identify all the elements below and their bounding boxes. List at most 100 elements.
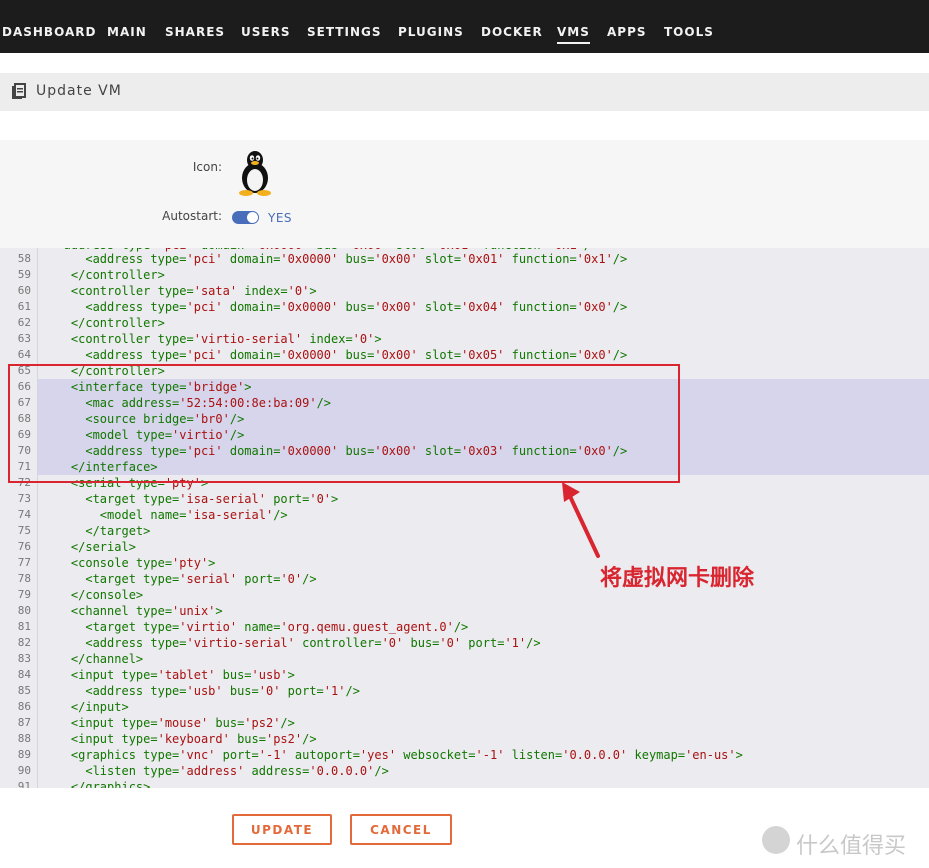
line-number: 62 xyxy=(17,316,31,329)
line-number: 75 xyxy=(17,524,31,537)
line-number: 87 xyxy=(17,716,31,729)
code-text: <address type='pci' domain='0x0000' bus=… xyxy=(42,300,628,314)
code-text: </graphics> xyxy=(42,780,151,788)
code-line[interactable]: 85 <address type='usb' bus='0' port='1'/… xyxy=(0,683,929,699)
nav-settings[interactable]: SETTINGS xyxy=(307,25,382,39)
code-text: <input type='mouse' bus='ps2'/> xyxy=(42,716,295,730)
nav-apps[interactable]: APPS xyxy=(607,25,647,39)
highlight-box xyxy=(8,364,680,483)
code-line[interactable]: 61 <address type='pci' domain='0x0000' b… xyxy=(0,299,929,315)
watermark-text: 什么值得买 xyxy=(796,834,907,859)
code-line[interactable]: 90 <listen type='address' address='0.0.0… xyxy=(0,763,929,779)
cancel-button[interactable]: CANCEL xyxy=(350,814,452,845)
line-number: 81 xyxy=(17,620,31,633)
line-number: 90 xyxy=(17,764,31,777)
code-text: <graphics type='vnc' port='-1' autoport=… xyxy=(42,748,743,762)
vm-form xyxy=(0,140,929,248)
code-line[interactable]: 86 </input> xyxy=(0,699,929,715)
code-line[interactable]: 60 <controller type='sata' index='0'> xyxy=(0,283,929,299)
line-number: 89 xyxy=(17,748,31,761)
code-text: </controller> xyxy=(42,316,165,330)
code-text: <target type='virtio' name='org.qemu.gue… xyxy=(42,620,469,634)
line-number: 76 xyxy=(17,540,31,553)
top-nav-bar: DASHBOARD MAIN SHARES USERS SETTINGS PLU… xyxy=(0,0,929,53)
code-text: <controller type='sata' index='0'> xyxy=(42,284,317,298)
line-number: 91 xyxy=(17,780,31,788)
line-number: 77 xyxy=(17,556,31,569)
code-text: </target> xyxy=(42,524,151,538)
line-number: 80 xyxy=(17,604,31,617)
code-line[interactable]: 58 <address type='pci' domain='0x0000' b… xyxy=(0,251,929,267)
watermark: 什么值得买 xyxy=(762,826,922,859)
autostart-state: YES xyxy=(268,211,293,225)
line-number: 58 xyxy=(17,252,31,265)
arrow-icon xyxy=(562,482,600,558)
code-text: <controller type='virtio-serial' index='… xyxy=(42,332,382,346)
line-number: 64 xyxy=(17,348,31,361)
code-line[interactable]: 64 <address type='pci' domain='0x0000' b… xyxy=(0,347,929,363)
xml-editor[interactable]: <address type='pci' domain='0x0000' bus=… xyxy=(0,248,929,788)
code-line[interactable]: 87 <input type='mouse' bus='ps2'/> xyxy=(0,715,929,731)
code-text: </console> xyxy=(42,588,144,602)
code-text: <address type='pci' domain='0x0000' bus=… xyxy=(42,348,628,362)
linux-tux-icon[interactable] xyxy=(232,148,278,196)
page-title: Update VM xyxy=(36,83,122,99)
code-line[interactable]: 62 </controller> xyxy=(0,315,929,331)
line-number: 60 xyxy=(17,284,31,297)
code-text: <input type='keyboard' bus='ps2'/> xyxy=(42,732,317,746)
code-line[interactable]: 79 </console> xyxy=(0,587,929,603)
code-line[interactable]: 74 <model name='isa-serial'/> xyxy=(0,507,929,523)
code-line[interactable]: 91 </graphics> xyxy=(0,779,929,788)
nav-main[interactable]: MAIN xyxy=(107,25,147,39)
code-text: <console type='pty'> xyxy=(42,556,216,570)
code-text: </serial> xyxy=(42,540,136,554)
nav-docker[interactable]: DOCKER xyxy=(481,25,543,39)
code-line[interactable]: 63 <controller type='virtio-serial' inde… xyxy=(0,331,929,347)
code-text: <address type='pci' domain='0x0000' bus=… xyxy=(42,252,628,266)
nav-dashboard[interactable]: DASHBOARD xyxy=(2,25,96,39)
line-number: 59 xyxy=(17,268,31,281)
code-line[interactable]: 76 </serial> xyxy=(0,539,929,555)
code-text: <address type='usb' bus='0' port='1'/> xyxy=(42,684,360,698)
code-text: </input> xyxy=(42,700,129,714)
nav-vms[interactable]: VMS xyxy=(557,25,590,44)
update-button[interactable]: UPDATE xyxy=(232,814,332,845)
line-number: 73 xyxy=(17,492,31,505)
line-number: 79 xyxy=(17,588,31,601)
nav-users[interactable]: USERS xyxy=(241,25,290,39)
code-line[interactable]: 78 <target type='serial' port='0'/> xyxy=(0,571,929,587)
line-number: 86 xyxy=(17,700,31,713)
code-text: <target type='isa-serial' port='0'> xyxy=(42,492,339,506)
code-line[interactable]: 77 <console type='pty'> xyxy=(0,555,929,571)
code-line[interactable]: 89 <graphics type='vnc' port='-1' autopo… xyxy=(0,747,929,763)
line-number: 88 xyxy=(17,732,31,745)
code-line[interactable]: 83 </channel> xyxy=(0,651,929,667)
code-text: <model name='isa-serial'/> xyxy=(42,508,288,522)
page-title-bar: Update VM xyxy=(0,73,929,111)
code-line[interactable]: 88 <input type='keyboard' bus='ps2'/> xyxy=(0,731,929,747)
code-line[interactable]: 75 </target> xyxy=(0,523,929,539)
line-number: 83 xyxy=(17,652,31,665)
line-number: 84 xyxy=(17,668,31,681)
code-line[interactable]: 80 <channel type='unix'> xyxy=(0,603,929,619)
code-line[interactable]: 59 </controller> xyxy=(0,267,929,283)
line-number: 78 xyxy=(17,572,31,585)
autostart-label: Autostart: xyxy=(162,209,222,223)
nav-plugins[interactable]: PLUGINS xyxy=(398,25,464,39)
code-text: <target type='serial' port='0'/> xyxy=(42,572,317,586)
code-line[interactable]: 73 <target type='isa-serial' port='0'> xyxy=(0,491,929,507)
line-number: 74 xyxy=(17,508,31,521)
nav-shares[interactable]: SHARES xyxy=(165,25,225,39)
icon-label: Icon: xyxy=(192,160,222,174)
line-number: 61 xyxy=(17,300,31,313)
autostart-toggle[interactable] xyxy=(232,211,259,224)
annotation-text: 将虚拟网卡删除 xyxy=(600,566,755,591)
code-line[interactable]: 84 <input type='tablet' bus='usb'> xyxy=(0,667,929,683)
nav-tools[interactable]: TOOLS xyxy=(664,25,714,39)
code-line[interactable]: 81 <target type='virtio' name='org.qemu.… xyxy=(0,619,929,635)
code-text: <listen type='address' address='0.0.0.0'… xyxy=(42,764,389,778)
code-text: <address type='virtio-serial' controller… xyxy=(42,636,541,650)
code-line[interactable]: 82 <address type='virtio-serial' control… xyxy=(0,635,929,651)
code-text: <input type='tablet' bus='usb'> xyxy=(42,668,295,682)
clipboard-icon xyxy=(12,83,26,99)
